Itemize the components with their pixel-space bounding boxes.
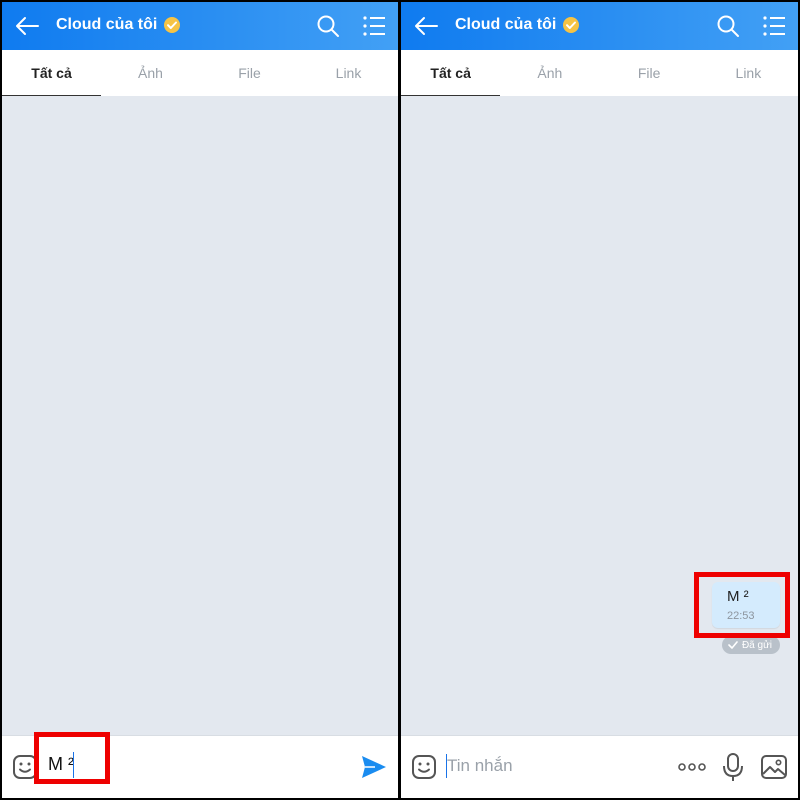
message-highlight-box [694, 572, 790, 638]
menu-button[interactable] [362, 15, 386, 37]
back-button[interactable] [413, 14, 439, 38]
message-composer: M ² [2, 732, 398, 798]
tab-files[interactable]: File [200, 50, 299, 96]
left-screen: Cloud của tôi Tất cả Ảnh File Link M ² [2, 2, 398, 798]
message-composer: Tin nhắn [401, 735, 798, 798]
tab-files[interactable]: File [600, 50, 699, 96]
back-arrow-icon [415, 17, 438, 35]
tab-bar: Tất cả Ảnh File Link [401, 50, 798, 97]
input-highlight-box [34, 732, 110, 784]
sent-status-label: Đã gửi [741, 639, 772, 651]
verified-check-icon [164, 17, 181, 33]
mic-icon [723, 753, 743, 781]
tab-links[interactable]: Link [699, 50, 798, 96]
tab-photos[interactable]: Ảnh [500, 50, 599, 96]
tab-links[interactable]: Link [299, 50, 398, 96]
tab-bar: Tất cả Ảnh File Link [2, 50, 398, 97]
more-dots-icon [678, 763, 706, 771]
chat-area [2, 96, 398, 736]
send-button[interactable] [360, 753, 388, 781]
search-icon [717, 15, 739, 37]
search-button[interactable] [716, 14, 740, 38]
emoji-button[interactable] [411, 754, 437, 780]
check-icon [728, 641, 738, 649]
menu-button[interactable] [762, 15, 786, 37]
verified-check-icon [563, 17, 580, 33]
page-title: Cloud của tôi [455, 16, 557, 33]
tab-all[interactable]: Tất cả [401, 50, 501, 97]
right-screen: Cloud của tôi Tất cả Ảnh File Link M ² 2… [401, 2, 798, 798]
image-button[interactable] [760, 754, 788, 780]
search-button[interactable] [316, 14, 340, 38]
chat-area: M ² 22:53 Đã gửi [401, 96, 798, 736]
search-icon [317, 15, 339, 37]
voice-button[interactable] [722, 752, 744, 782]
menu-list-icon [763, 16, 785, 36]
title-group: Cloud của tôi [56, 16, 181, 34]
page-title: Cloud của tôi [56, 16, 158, 33]
tab-all[interactable]: Tất cả [2, 50, 101, 97]
sent-status-badge: Đã gửi [721, 636, 780, 654]
back-button[interactable] [14, 14, 40, 38]
more-button[interactable] [678, 758, 706, 776]
header: Cloud của tôi [401, 2, 798, 50]
emoji-icon [412, 755, 436, 779]
message-input-placeholder[interactable]: Tin nhắn [447, 756, 513, 776]
back-arrow-icon [16, 17, 39, 35]
tab-photos[interactable]: Ảnh [101, 50, 200, 96]
header: Cloud của tôi [2, 2, 398, 50]
send-icon [362, 756, 386, 778]
title-group: Cloud của tôi [455, 16, 580, 34]
image-icon [761, 755, 787, 779]
menu-list-icon [363, 16, 385, 36]
